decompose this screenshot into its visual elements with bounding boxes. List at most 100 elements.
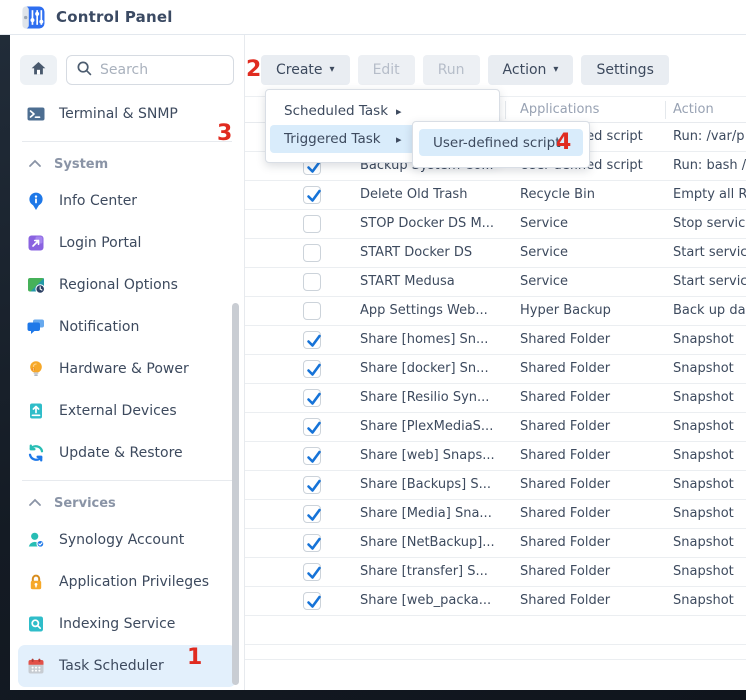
row-checkbox[interactable] — [303, 476, 321, 494]
sidebar-item-regional-options[interactable]: Regional Options — [18, 264, 236, 306]
home-icon — [29, 59, 48, 82]
sidebar-item-task-scheduler[interactable]: Task Scheduler — [18, 645, 236, 687]
sidebar-item-label: Login Portal — [59, 235, 141, 251]
action-button[interactable]: Action ▾ — [488, 55, 574, 85]
section-label: System — [54, 157, 108, 172]
create-button[interactable]: Create ▾ — [261, 55, 350, 85]
sidebar-scrollbar[interactable] — [232, 303, 239, 685]
sidebar-item-external-devices[interactable]: External Devices — [18, 390, 236, 432]
application-cell: Recycle Bin — [520, 181, 670, 209]
action-cell: Snapshot — [673, 326, 746, 354]
table-row[interactable]: Share [PlexMediaS...Shared FolderSnapsho… — [245, 413, 746, 442]
action-cell: Start servic — [673, 268, 746, 296]
table-row[interactable]: Share [Backups] S...Shared FolderSnapsho… — [245, 471, 746, 500]
task-name-cell: Share [PlexMediaS... — [360, 413, 518, 441]
applications-column-header[interactable]: Applications — [520, 97, 599, 123]
table-row[interactable]: Share [web_packa...Shared FolderSnapshot — [245, 587, 746, 616]
svg-text:1: 1 — [32, 367, 34, 371]
sidebar-item-synology-account[interactable]: Synology Account — [18, 519, 236, 561]
row-checkbox[interactable] — [303, 331, 321, 349]
row-checkbox[interactable] — [303, 215, 321, 233]
application-cell: Shared Folder — [520, 442, 670, 470]
column-divider — [665, 101, 666, 119]
login-portal-icon — [26, 233, 46, 253]
sidebar-item-label: Update & Restore — [59, 445, 183, 461]
table-row[interactable]: Share [Media] Sna...Shared FolderSnapsho… — [245, 500, 746, 529]
settings-button[interactable]: Settings — [581, 55, 668, 85]
sidebar-item-label: Indexing Service — [59, 616, 175, 632]
row-checkbox[interactable] — [303, 302, 321, 320]
table-row[interactable]: Share [Resilio Syn...Shared FolderSnapsh… — [245, 384, 746, 413]
row-checkbox[interactable] — [303, 505, 321, 523]
row-checkbox[interactable] — [303, 273, 321, 291]
table-row[interactable]: Delete Old TrashRecycle BinEmpty all R — [245, 181, 746, 210]
application-cell: Shared Folder — [520, 471, 670, 499]
task-scheduler-icon — [26, 656, 46, 676]
menu-item-label: Triggered Task — [284, 131, 396, 147]
search-icon — [76, 60, 93, 81]
external-devices-icon — [26, 401, 46, 421]
sidebar-divider — [22, 480, 232, 481]
application-cell: Shared Folder — [520, 558, 670, 586]
chevron-up-icon — [28, 157, 42, 172]
regional-options-icon — [26, 275, 46, 295]
annotation-3: 3 — [217, 123, 232, 145]
application-cell: Shared Folder — [520, 500, 670, 528]
button-label: Create — [276, 62, 323, 78]
application-cell: Service — [520, 268, 670, 296]
application-cell: Service — [520, 210, 670, 238]
sidebar-item-label: External Devices — [59, 403, 177, 419]
toolbar: Create ▾ Edit Run Action ▾ Settings — [261, 55, 669, 85]
section-header-services[interactable]: Services — [18, 487, 236, 519]
row-checkbox[interactable] — [303, 418, 321, 436]
row-checkbox[interactable] — [303, 244, 321, 262]
search-input[interactable] — [100, 62, 224, 78]
task-table-body: User-defined scriptRun: /var/pBackup Sys… — [245, 123, 746, 660]
table-row[interactable]: Share [transfer] S...Shared FolderSnapsh… — [245, 558, 746, 587]
sidebar-item-hardware-power[interactable]: 1Hardware & Power — [18, 348, 236, 390]
sidebar-item-login-portal[interactable]: Login Portal — [18, 222, 236, 264]
row-checkbox[interactable] — [303, 563, 321, 581]
table-row[interactable]: Share [docker] Sn...Shared FolderSnapsho… — [245, 355, 746, 384]
row-checkbox[interactable] — [303, 389, 321, 407]
edit-button[interactable]: Edit — [358, 55, 415, 85]
search-box[interactable] — [66, 55, 234, 85]
row-checkbox[interactable] — [303, 534, 321, 552]
application-cell: Shared Folder — [520, 587, 670, 615]
row-checkbox[interactable] — [303, 447, 321, 465]
hardware-power-icon: 1 — [26, 359, 46, 379]
sidebar-item-indexing-service[interactable]: Indexing Service — [18, 603, 236, 645]
table-row[interactable]: STOP Docker DS M...ServiceStop servic — [245, 210, 746, 239]
caret-down-icon: ▾ — [553, 65, 558, 75]
sidebar-item-terminal-snmp[interactable]: Terminal & SNMP — [18, 93, 236, 135]
run-button[interactable]: Run — [423, 55, 480, 85]
sidebar-item-info-center[interactable]: Info Center — [18, 180, 236, 222]
table-row[interactable]: START Docker DSServiceStart servic — [245, 239, 746, 268]
table-row[interactable]: App Settings Web...Hyper BackupBack up d… — [245, 297, 746, 326]
notification-icon — [26, 317, 46, 337]
control-panel-window: Terminal & SNMP System Info Center Login … — [10, 35, 746, 690]
row-checkbox[interactable] — [303, 592, 321, 610]
table-row[interactable]: START MedusaServiceStart servic — [245, 268, 746, 297]
task-name-cell: Share [Media] Sna... — [360, 500, 518, 528]
sidebar-item-label: Info Center — [59, 193, 137, 209]
sidebar-item-update-restore[interactable]: Update & Restore — [18, 432, 236, 474]
section-header-system[interactable]: System — [18, 148, 236, 180]
sidebar-item-label: Terminal & SNMP — [59, 106, 178, 122]
sidebar-item-label: Notification — [59, 319, 139, 335]
action-cell: Start servic — [673, 239, 746, 267]
table-row[interactable]: Share [NetBackup]...Shared FolderSnapsho… — [245, 529, 746, 558]
button-label: Action — [503, 62, 547, 78]
table-row[interactable]: Share [web] Snaps...Shared FolderSnapsho… — [245, 442, 746, 471]
home-button[interactable] — [20, 55, 57, 85]
application-cell: Hyper Backup — [520, 297, 670, 325]
row-checkbox[interactable] — [303, 186, 321, 204]
table-row[interactable]: Share [homes] Sn...Shared FolderSnapshot — [245, 326, 746, 355]
row-checkbox[interactable] — [303, 360, 321, 378]
empty-row — [245, 645, 746, 660]
sidebar-item-notification[interactable]: Notification — [18, 306, 236, 348]
action-column-header[interactable]: Action — [673, 97, 714, 123]
terminal-icon — [26, 104, 46, 124]
task-name-cell: App Settings Web... — [360, 297, 518, 325]
sidebar-item-application-privileges[interactable]: Application Privileges — [18, 561, 236, 603]
